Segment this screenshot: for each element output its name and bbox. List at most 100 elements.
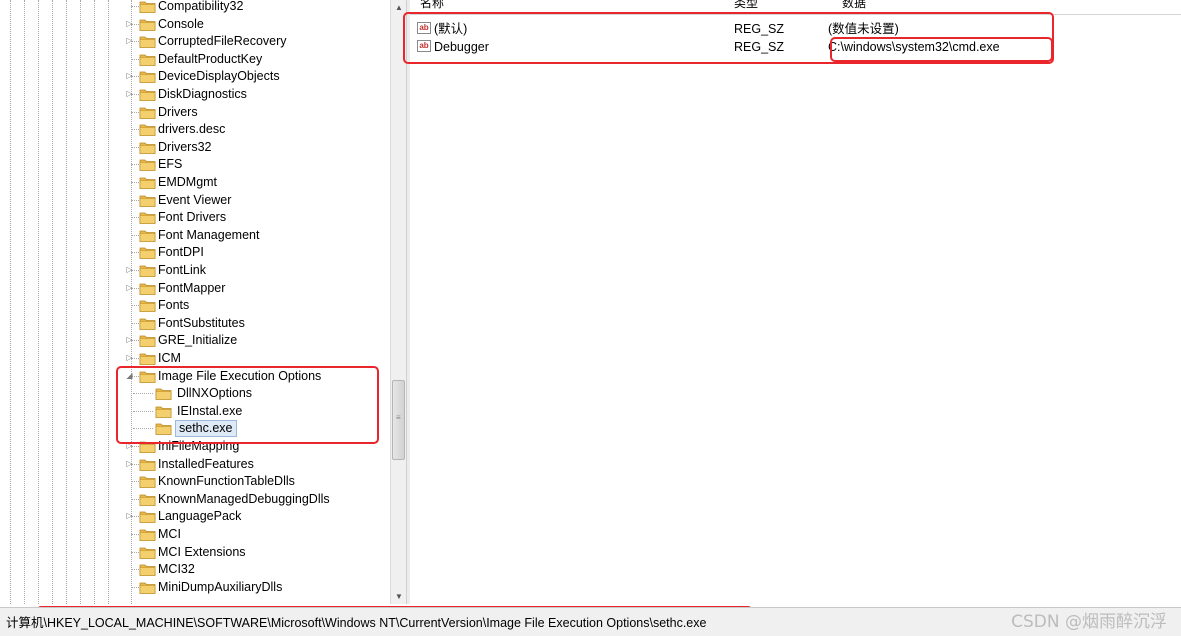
tree-item-label: Drivers	[158, 104, 198, 119]
expand-triangle-icon[interactable]: ▷	[125, 36, 134, 46]
tree-item[interactable]: FontSubstitutes	[0, 315, 390, 332]
tree-item[interactable]: MiniDumpAuxiliaryDlls	[0, 579, 390, 596]
tree-item-label: DiskDiagnostics	[158, 87, 247, 101]
expand-triangle-icon[interactable]: ▷	[125, 265, 134, 275]
scroll-down-arrow-icon[interactable]: ▼	[391, 589, 407, 604]
tree-item[interactable]: ▷ Console	[0, 16, 390, 33]
tree-item[interactable]: DefaultProductKey	[0, 51, 390, 68]
expand-triangle-icon[interactable]: ▷	[125, 335, 134, 345]
tree-item[interactable]: EFS	[0, 156, 390, 173]
folder-icon	[139, 70, 156, 84]
tree-item-label: Event Viewer	[158, 192, 232, 207]
tree-item[interactable]: ▷ DiskDiagnostics	[0, 86, 390, 103]
tree-item-label: Drivers32	[158, 139, 212, 154]
folder-icon	[139, 211, 156, 225]
tree-item-label: Compatibility32	[158, 0, 244, 13]
expand-triangle-icon[interactable]: ▷	[125, 283, 134, 293]
tree-item[interactable]: MCI32	[0, 561, 390, 578]
tree-item-label: Console	[158, 16, 204, 31]
folder-icon	[139, 528, 156, 541]
tree-item-label: DefaultProductKey	[158, 51, 263, 66]
folder-icon	[139, 317, 156, 330]
annotation-box-debugger-data	[830, 37, 1053, 62]
tree-item[interactable]: ▷ DeviceDisplayObjects	[0, 68, 390, 85]
tree-connector	[131, 498, 139, 500]
tree-item[interactable]: EMDMgmt	[0, 174, 390, 191]
tree-connector	[131, 534, 139, 535]
tree-item[interactable]: ▷ CorruptedFileRecovery	[0, 33, 390, 50]
column-header-name[interactable]: 名称	[420, 0, 444, 11]
column-header-type[interactable]: 类型	[734, 0, 758, 11]
folder-icon	[139, 458, 156, 471]
scroll-thumb[interactable]: ≡	[392, 380, 405, 460]
folder-icon	[139, 546, 156, 559]
folder-icon	[139, 229, 156, 242]
folder-icon	[139, 88, 156, 101]
registry-key-tree[interactable]: Compatibility32 ▷ Console ▷ CorruptedFileRec…	[0, 0, 390, 604]
tree-item[interactable]: MCI Extensions	[0, 544, 390, 561]
tree-connector	[131, 551, 139, 553]
tree-item[interactable]: drivers.desc	[0, 121, 390, 138]
folder-icon	[139, 493, 156, 506]
folder-icon	[139, 158, 156, 172]
folder-icon	[139, 282, 156, 295]
folder-icon	[139, 35, 156, 49]
folder-icon	[139, 106, 156, 119]
tree-connector	[131, 569, 139, 571]
tree-item-label: DeviceDisplayObjects	[158, 69, 280, 84]
tree-item[interactable]: KnownFunctionTableDlls	[0, 473, 390, 490]
folder-icon	[139, 194, 156, 207]
folder-icon	[139, 264, 156, 277]
grip-icon: ≡	[396, 413, 401, 422]
tree-vertical-scrollbar[interactable]: ▲ ≡ ▼	[390, 0, 406, 604]
folder-icon	[139, 299, 156, 313]
tree-item[interactable]: Event Viewer	[0, 192, 390, 209]
tree-item[interactable]: ▷ FontMapper	[0, 280, 390, 297]
tree-item[interactable]: ▷ InstalledFeatures	[0, 456, 390, 473]
tree-item[interactable]: MCI	[0, 526, 390, 543]
expand-triangle-icon[interactable]: ▷	[125, 89, 134, 99]
folder-icon	[139, 475, 156, 489]
folder-icon	[139, 563, 156, 577]
tree-item[interactable]: Drivers32	[0, 139, 390, 156]
tree-item-label: EMDMgmt	[158, 175, 218, 189]
tree-connector	[131, 305, 139, 307]
registry-values-list[interactable]: 名称 类型 数据 ab (默认) REG_SZ (数值未设置) ab Debug…	[410, 0, 1181, 604]
folder-icon	[139, 246, 156, 260]
folder-icon	[139, 334, 156, 348]
tree-item[interactable]: Compatibility32	[0, 0, 390, 15]
tree-item[interactable]: ▷ LanguagePack	[0, 508, 390, 525]
folder-icon	[139, 123, 156, 137]
tree-connector	[131, 58, 139, 60]
tree-connector	[131, 129, 139, 131]
tree-item[interactable]: FontDPI	[0, 244, 390, 261]
tree-item-label: MCI32	[158, 562, 195, 577]
tree-item-label: FontSubstitutes	[158, 315, 245, 330]
expand-triangle-icon[interactable]: ▷	[125, 511, 134, 521]
tree-item[interactable]: KnownManagedDebuggingDlls	[0, 491, 390, 508]
tree-item[interactable]: ▷ FontLink	[0, 262, 390, 279]
expand-triangle-icon[interactable]: ▷	[125, 353, 134, 363]
tree-item[interactable]: Fonts	[0, 297, 390, 314]
annotation-box-ifeo-keys	[116, 366, 379, 444]
tree-item[interactable]: Font Management	[0, 227, 390, 244]
tree-connector	[131, 586, 139, 588]
tree-connector	[131, 217, 139, 219]
expand-triangle-icon[interactable]: ▷	[125, 71, 134, 81]
tree-connector	[131, 322, 139, 324]
tree-item-label: FontLink	[158, 263, 206, 277]
expand-triangle-icon[interactable]: ▷	[125, 19, 134, 29]
tree-item[interactable]: Drivers	[0, 104, 390, 121]
folder-icon	[139, 53, 156, 66]
tree-item-label: ICM	[158, 351, 181, 365]
folder-icon	[139, 0, 156, 13]
expand-triangle-icon[interactable]: ▷	[125, 459, 134, 469]
column-header-data[interactable]: 数据	[842, 0, 866, 11]
registry-editor-window: Compatibility32 ▷ Console ▷ CorruptedFileRec…	[0, 0, 1181, 636]
tree-connector	[131, 182, 139, 183]
tree-item-label: Font Management	[158, 227, 260, 242]
tree-connector	[131, 481, 139, 483]
tree-item[interactable]: Font Drivers	[0, 209, 390, 226]
tree-item[interactable]: ▷ GRE_Initialize	[0, 332, 390, 349]
tree-item[interactable]: ▷ ICM	[0, 350, 390, 367]
